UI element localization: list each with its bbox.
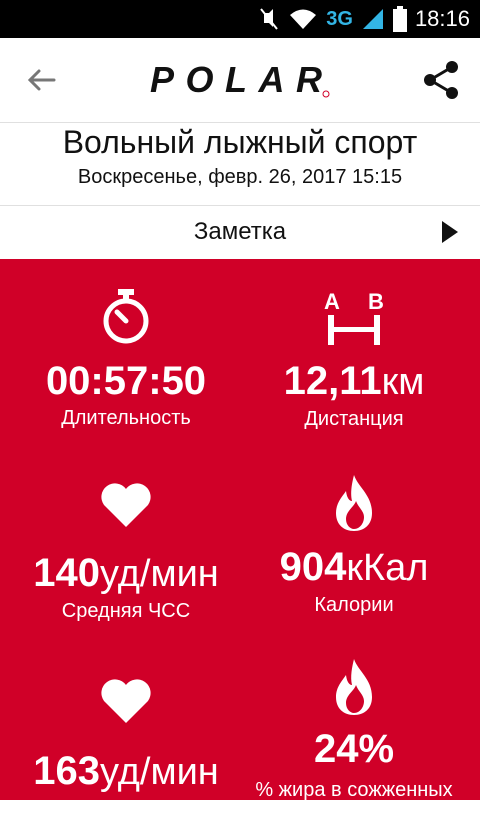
ab-distance-icon: A B [324, 289, 384, 345]
calories-label: Калории [314, 594, 394, 616]
svg-text:B: B [368, 289, 384, 314]
heart-icon [101, 679, 151, 723]
network-type: 3G [326, 7, 353, 30]
share-icon[interactable] [420, 58, 464, 102]
flame-icon [336, 475, 372, 531]
activity-title: Вольный лыжный спорт [62, 124, 418, 160]
avg-hr-unit: уд/мин [99, 553, 219, 595]
distance-label: Дистанция [304, 408, 404, 430]
avg-hr-value: 140уд/мин [6, 549, 246, 598]
note-row[interactable]: Заметка [0, 206, 480, 258]
note-label: Заметка [193, 218, 287, 245]
activity-datetime: Воскресенье, февр. 26, 2017 15:15 [77, 166, 403, 188]
calories-number: 904 [279, 545, 347, 589]
duration-label: Длительность [61, 407, 191, 429]
app-bar: POLAR [0, 38, 480, 122]
max-hr-value: 163уд/мин [6, 747, 246, 796]
muted-icon [260, 8, 279, 30]
calories-unit: кКал [346, 547, 429, 589]
flame-icon [336, 659, 372, 715]
distance-number: 12,11 [283, 359, 382, 403]
max-hr-number: 163 [33, 749, 100, 793]
status-time: 18:16 [414, 6, 470, 31]
wifi-icon [290, 9, 317, 29]
avg-hr-number: 140 [33, 551, 100, 595]
duration-value: 00:57:50 [45, 359, 207, 403]
stopwatch-icon [103, 289, 149, 344]
play-arrow-icon [442, 221, 458, 243]
status-icons: 3G 18:16 [258, 0, 470, 38]
stat-fat-burn: 24% % жира в сожженных [234, 657, 474, 803]
stat-avg-hr: 140уд/мин Средняя ЧСС [6, 481, 246, 624]
polar-logo: POLAR [150, 60, 330, 100]
signal-icon [362, 9, 383, 29]
avg-hr-label: Средняя ЧСС [61, 600, 191, 622]
fat-burn-label: % жира в сожженных [255, 779, 453, 801]
calories-value: 904кКал [234, 543, 474, 592]
distance-unit: км [381, 361, 425, 403]
back-arrow-icon[interactable] [22, 60, 62, 100]
svg-text:A: A [324, 289, 340, 314]
stat-max-hr: 163уд/мин Макс. ЧСС [6, 677, 246, 822]
heart-icon [101, 483, 151, 527]
battery-icon [392, 6, 407, 32]
stat-distance: A B 12,11км Дистанция [234, 289, 474, 432]
stat-calories: 904кКал Калории [234, 473, 474, 618]
max-hr-unit: уд/мин [99, 751, 219, 793]
stat-duration: 00:57:50 Длительность [6, 287, 246, 431]
stats-panel: 00:57:50 Длительность A B 12,11км Дистан… [0, 259, 480, 820]
distance-value: 12,11км [234, 357, 474, 406]
svg-text:POLAR: POLAR [150, 60, 322, 100]
fat-burn-value: 24% [313, 727, 395, 771]
status-bar: 3G 18:16 [0, 0, 480, 38]
